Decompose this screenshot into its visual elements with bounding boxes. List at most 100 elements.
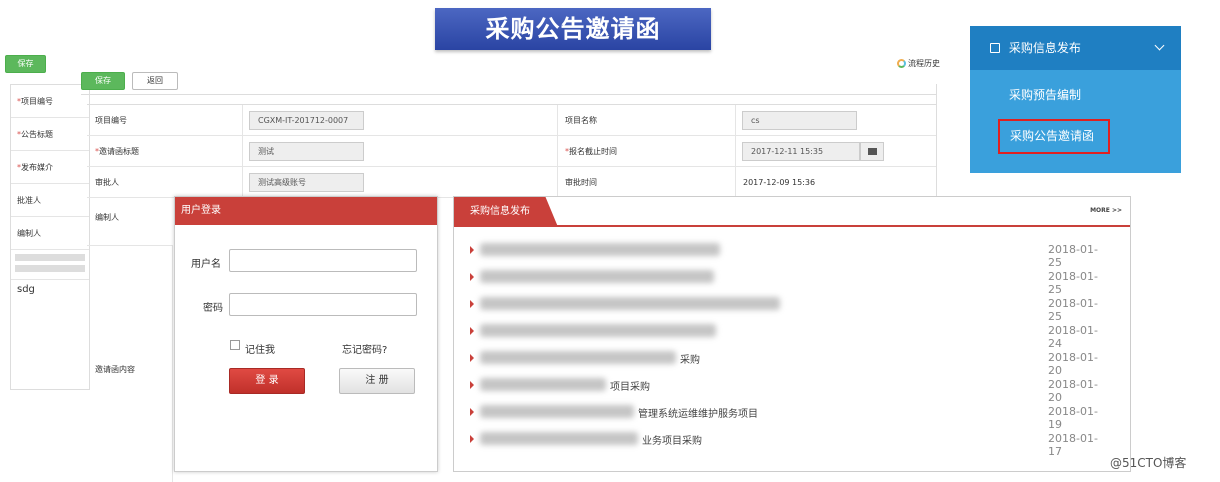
col-divider — [242, 105, 243, 136]
news-item[interactable]: 项目采购 2018-01-20 — [470, 378, 1110, 404]
toolbar-divider — [81, 94, 936, 95]
blurred-title — [480, 378, 606, 391]
bullet-arrow-icon — [470, 246, 474, 254]
back-form-panel: *项目编号 *公告标题 *发布媒介 批准人 编制人 sdg — [10, 84, 90, 390]
side-menu: 采购信息发布 采购预告编制 采购公告邀请函 — [970, 26, 1181, 173]
content-label-cell: 邀请函内容 — [87, 246, 173, 482]
col-divider — [735, 136, 736, 167]
more-link[interactable]: more >> — [1090, 207, 1122, 214]
bullet-arrow-icon — [470, 381, 474, 389]
col-divider — [735, 167, 736, 198]
password-label: 密码 — [203, 303, 223, 314]
news-item[interactable]: 业务项目采购 2018-01-17 — [470, 432, 1110, 458]
outer-save-button[interactable]: 保存 — [5, 55, 46, 73]
news-date: 2018-01-25 — [1048, 270, 1098, 296]
remember-checkbox[interactable] — [230, 340, 240, 350]
news-item[interactable]: 管理系统运维维护服务项目 2018-01-19 — [470, 405, 1110, 431]
bullet-arrow-icon — [470, 354, 474, 362]
username-input[interactable] — [229, 249, 417, 272]
project-no-label: 项目编号 — [95, 116, 127, 125]
news-date: 2018-01-25 — [1048, 297, 1098, 323]
menu-header[interactable]: 采购信息发布 — [970, 26, 1181, 70]
password-input[interactable] — [229, 293, 417, 316]
invite-title-label: *邀请函标题 — [95, 147, 139, 156]
back-row-media: *发布媒介 — [11, 151, 89, 184]
blurred-title — [480, 351, 676, 364]
login-button[interactable]: 登 录 — [229, 368, 305, 394]
approve-time-value: 2017-12-09 15:36 — [743, 178, 816, 187]
menu-item-invitation[interactable]: 采购公告邀请函 — [998, 119, 1110, 154]
col-divider — [242, 167, 243, 198]
flow-history-link[interactable]: 流程历史 — [908, 58, 940, 69]
col-divider — [557, 167, 558, 198]
back-button[interactable]: 返回 — [132, 72, 178, 90]
calendar-icon — [868, 148, 877, 155]
editor-toolbar[interactable] — [11, 250, 89, 280]
bullet-arrow-icon — [470, 273, 474, 281]
news-item[interactable]: 2018-01-25 — [470, 243, 1110, 269]
news-item[interactable]: 2018-01-24 — [470, 324, 1110, 350]
col-divider — [242, 136, 243, 167]
form-right-border — [936, 84, 937, 196]
editor-toolbar-icons-row2[interactable] — [15, 265, 85, 272]
save-button[interactable]: 保存 — [81, 72, 125, 90]
approver-label: 审批人 — [95, 178, 119, 187]
news-date: 2018-01-24 — [1048, 324, 1098, 350]
form-row-3: 审批人 测试高级账号 审批时间 2017-12-09 15:36 — [87, 167, 937, 198]
bullet-arrow-icon — [470, 300, 474, 308]
project-name-label: 项目名称 — [565, 116, 597, 125]
project-name-field[interactable]: cs — [742, 111, 857, 130]
back-row-project-no: *项目编号 — [11, 85, 89, 118]
bullet-arrow-icon — [470, 435, 474, 443]
login-panel: 用户登录 用户名 密码 记住我 忘记密码? 登 录 注 册 — [174, 196, 438, 472]
forgot-password-link[interactable]: 忘记密码? — [342, 341, 387, 356]
edit-icon — [990, 43, 1000, 53]
username-label: 用户名 — [191, 259, 221, 270]
news-item[interactable]: 采购 2018-01-20 — [470, 351, 1110, 377]
watermark: @51CTO博客 — [1110, 456, 1187, 470]
content-label: 邀请函内容 — [95, 365, 135, 374]
editor-content[interactable]: sdg — [11, 280, 89, 299]
main-form-table: 项目编号 CGXM-IT-201712-0007 项目名称 cs *邀请函标题 … — [87, 104, 937, 482]
news-date: 2018-01-25 — [1048, 243, 1098, 269]
register-button[interactable]: 注 册 — [339, 368, 415, 394]
news-date: 2018-01-17 — [1048, 432, 1098, 458]
news-date: 2018-01-20 — [1048, 351, 1098, 377]
form-row-2: *邀请函标题 测试 *报名截止时间 2017-12-11 15:35 — [87, 136, 937, 167]
form-row-1: 项目编号 CGXM-IT-201712-0007 项目名称 cs — [87, 105, 937, 136]
form-row-4: 编制人 — [87, 198, 173, 246]
back-row-compiler: 编制人 — [11, 217, 89, 250]
news-item[interactable]: 2018-01-25 — [470, 297, 1110, 323]
col-divider — [557, 105, 558, 136]
calendar-button[interactable] — [860, 142, 884, 161]
blurred-title — [480, 297, 780, 310]
menu-item-forecast[interactable]: 采购预告编制 — [1009, 86, 1081, 103]
editor-toolbar-icons-row1[interactable] — [15, 254, 85, 261]
news-item[interactable]: 2018-01-25 — [470, 270, 1110, 296]
back-row-notice-title: *公告标题 — [11, 118, 89, 151]
news-panel: 采购信息发布 more >> 2018-01-25 2018-01-25 201… — [453, 196, 1131, 472]
deadline-field[interactable]: 2017-12-11 15:35 — [742, 142, 860, 161]
blurred-title — [480, 405, 634, 418]
news-date: 2018-01-19 — [1048, 405, 1098, 431]
page-banner-title: 采购公告邀请函 — [435, 8, 711, 50]
chevron-down-icon — [1154, 40, 1165, 51]
deadline-label: *报名截止时间 — [565, 147, 617, 156]
bullet-arrow-icon — [470, 408, 474, 416]
back-row-approver: 批准人 — [11, 184, 89, 217]
news-tab[interactable]: 采购信息发布 — [454, 197, 558, 227]
blurred-title — [480, 432, 638, 445]
col-divider — [735, 105, 736, 136]
project-no-field[interactable]: CGXM-IT-201712-0007 — [249, 111, 364, 130]
flow-history-icon — [897, 59, 906, 68]
bullet-arrow-icon — [470, 327, 474, 335]
compiler-label: 编制人 — [95, 213, 119, 222]
blurred-title — [480, 324, 716, 337]
invite-title-field[interactable]: 测试 — [249, 142, 364, 161]
blurred-title — [480, 243, 720, 256]
approve-time-label: 审批时间 — [565, 178, 597, 187]
approver-field[interactable]: 测试高级账号 — [249, 173, 364, 192]
col-divider — [557, 136, 558, 167]
news-panel-header: 采购信息发布 more >> — [454, 197, 1130, 227]
login-panel-title: 用户登录 — [175, 197, 437, 225]
